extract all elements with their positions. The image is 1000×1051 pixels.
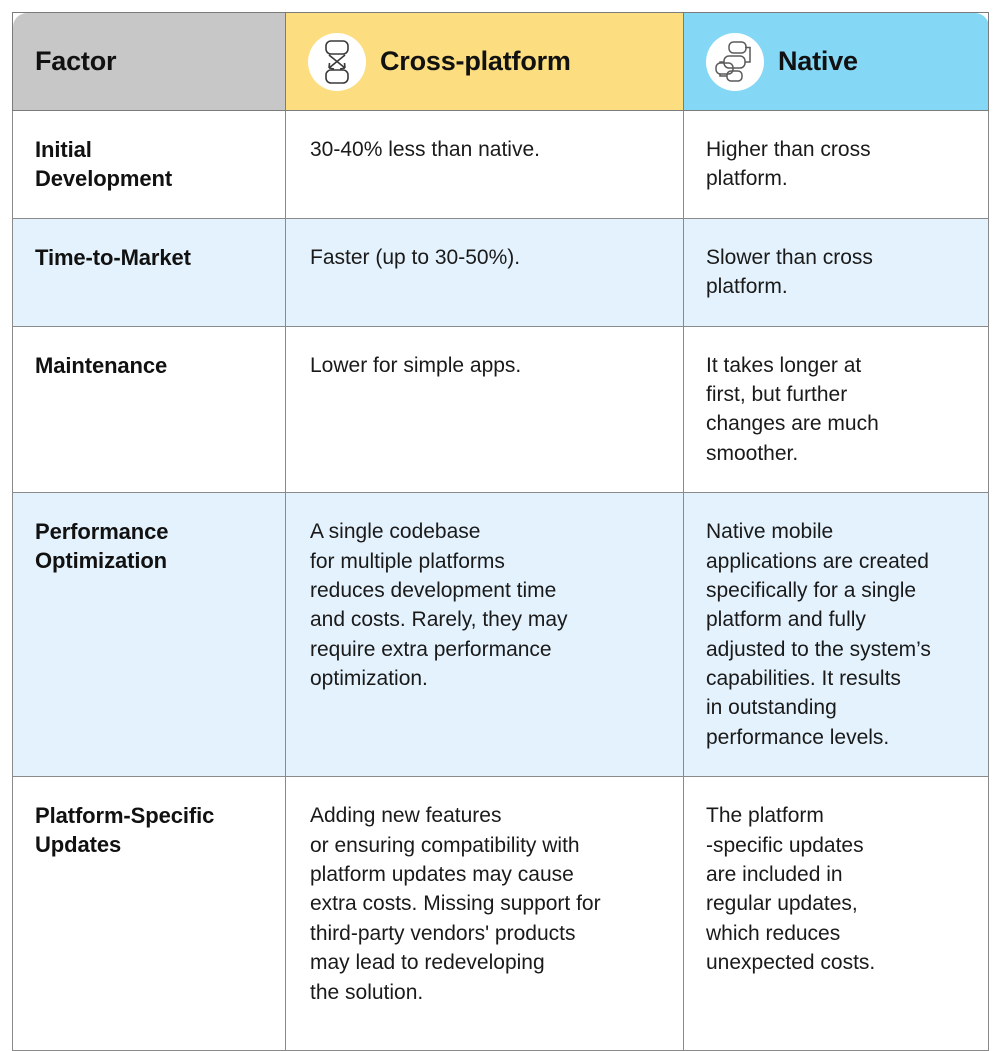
native-text: The platform -specific updates are inclu… [706, 804, 876, 975]
column-header-factor: Factor [12, 12, 286, 111]
cell-cross-platform: Lower for simple apps. [285, 325, 684, 494]
table-header: Factor Cross-platform Native [12, 12, 989, 111]
table-row: Initial Development 30-40% less than nat… [12, 110, 989, 219]
column-header-native-label: Native [778, 45, 858, 76]
table-body: Initial Development 30-40% less than nat… [12, 110, 989, 1051]
cross-platform-text: A single codebase for multiple platforms… [310, 520, 568, 691]
cross-platform-text: Adding new features or ensuring compatib… [310, 804, 601, 1004]
cell-factor: Initial Development [12, 110, 286, 219]
table-row: Performance Optimization A single codeba… [12, 492, 989, 778]
cell-native: The platform -specific updates are inclu… [683, 776, 989, 1051]
table-row: Platform-Specific Updates Adding new fea… [12, 776, 989, 1051]
cell-factor: Performance Optimization [12, 492, 286, 778]
cell-native: Slower than cross platform. [683, 217, 989, 327]
cell-cross-platform: Faster (up to 30-50%). [285, 217, 684, 327]
cell-cross-platform: Adding new features or ensuring compatib… [285, 776, 684, 1051]
table-row: Time-to-Market Faster (up to 30-50%). Sl… [12, 217, 989, 327]
cross-platform-text: Lower for simple apps. [310, 353, 522, 377]
cross-platform-text: 30-40% less than native. [310, 138, 540, 161]
cell-factor: Time-to-Market [12, 217, 286, 327]
cell-native: Higher than cross platform. [683, 110, 989, 219]
factor-label: Platform-Specific Updates [35, 803, 215, 858]
native-text: Slower than cross platform. [706, 245, 873, 299]
column-header-factor-label: Factor [35, 45, 117, 76]
cell-factor: Maintenance [12, 325, 286, 494]
cell-native: Native mobile applications are created s… [683, 492, 989, 778]
native-text: It takes longer at first, but further ch… [706, 353, 879, 465]
cell-native: It takes longer at first, but further ch… [683, 325, 989, 494]
native-text: Native mobile applications are created s… [706, 520, 931, 749]
cell-cross-platform: A single codebase for multiple platforms… [285, 492, 684, 778]
column-header-cross-platform: Cross-platform [285, 12, 684, 111]
cell-factor: Platform-Specific Updates [12, 776, 286, 1051]
table-row: Maintenance Lower for simple apps. It ta… [12, 325, 989, 494]
factor-label: Maintenance [35, 352, 168, 378]
factor-label: Time-to-Market [35, 244, 191, 270]
native-text: Higher than cross platform. [706, 138, 871, 191]
comparison-table: Factor Cross-platform Native Initial Dev… [12, 12, 989, 1051]
factor-label: Performance Optimization [35, 519, 169, 574]
cross-platform-text: Faster (up to 30-50%). [310, 245, 521, 269]
header-row: Factor Cross-platform Native [12, 12, 989, 111]
cross-platform-icon [308, 32, 366, 91]
factor-label: Initial Development [35, 137, 173, 192]
cell-cross-platform: 30-40% less than native. [285, 110, 684, 219]
column-header-cross-platform-label: Cross-platform [380, 45, 571, 76]
column-header-native: Native [683, 12, 989, 111]
native-hierarchy-icon [706, 32, 764, 91]
